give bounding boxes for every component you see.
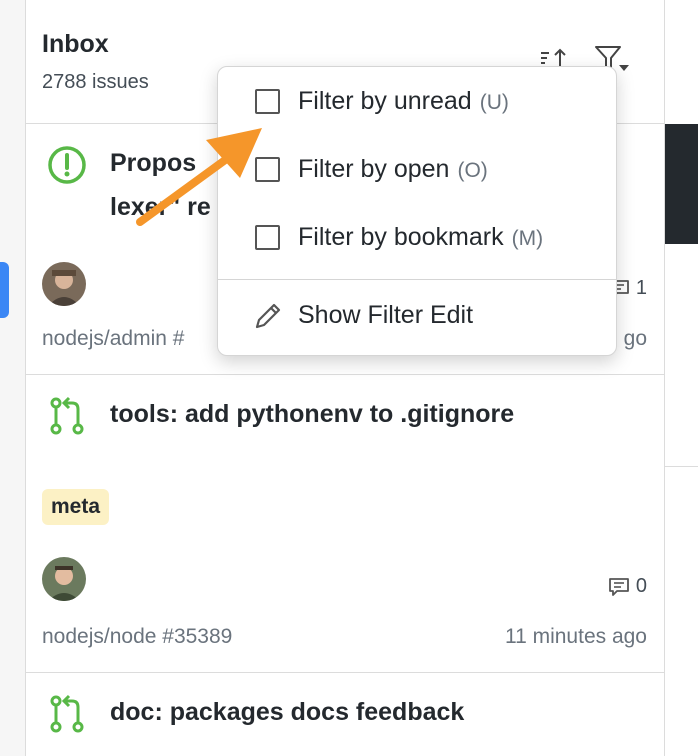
comment-icon [608, 577, 629, 596]
open-checkbox[interactable] [255, 156, 280, 182]
comment-count: 0 [608, 575, 647, 598]
comment-count-value: 0 [635, 575, 647, 597]
menu-item-text: Filter by bookmark [298, 222, 504, 251]
pull-request-icon [46, 395, 88, 437]
menu-item-label: Show Filter Edit [298, 300, 474, 329]
bookmark-checkbox[interactable] [255, 224, 280, 250]
filter-dropdown-menu: Filter by unread (U) Filter by open (O) Fi… [217, 66, 617, 356]
menu-item-filter-open[interactable]: Filter by open (O) [218, 141, 616, 197]
issue-open-icon [46, 144, 88, 186]
issue-title: doc: packages docs feedback [110, 698, 465, 726]
issue-title: tools: add pythonenv to .gitignore [110, 400, 515, 428]
unread-checkbox[interactable] [255, 88, 280, 114]
list-item[interactable]: doc: packages docs feedback [26, 673, 665, 756]
time-ago: 11 minutes ago [504, 625, 647, 648]
app-window: Inbox 2788 issues Propos lexer" re 1 nod… [0, 0, 698, 756]
issue-title-line-2: lexer" re [110, 193, 211, 221]
menu-divider [218, 279, 616, 280]
list-item[interactable]: tools: add pythonenv to .gitignore meta … [26, 375, 665, 673]
avatar [42, 262, 86, 306]
issue-count: 2788 issues [42, 71, 149, 93]
menu-shortcut: (M) [511, 226, 544, 250]
avatar [42, 557, 86, 601]
left-sidebar-gutter [0, 0, 26, 756]
detail-pane-edge [665, 124, 698, 244]
menu-item-text: Filter by open [298, 154, 450, 183]
menu-item-filter-unread[interactable]: Filter by unread (U) [218, 73, 616, 129]
menu-item-filter-bookmark[interactable]: Filter by bookmark (M) [218, 209, 616, 265]
comment-count-value: 1 [635, 277, 647, 299]
menu-shortcut: (U) [479, 90, 509, 114]
menu-item-label: Filter by unread (U) [298, 87, 509, 116]
detail-pane-divider [665, 466, 698, 467]
menu-shortcut: (O) [457, 158, 488, 182]
menu-item-show-filter-edit[interactable]: Show Filter Edit [218, 287, 616, 343]
repo-reference[interactable]: nodejs/admin # [42, 327, 184, 351]
repo-reference[interactable]: nodejs/node #35389 [42, 625, 232, 649]
pull-request-icon [46, 693, 88, 735]
time-ago: go [623, 327, 647, 350]
label-badge[interactable]: meta [42, 489, 110, 525]
pencil-icon [255, 303, 281, 329]
sidebar-selection-indicator [0, 262, 9, 318]
inbox-title: Inbox [42, 30, 109, 58]
menu-item-label: Filter by open (O) [298, 155, 488, 184]
menu-item-label: Filter by bookmark (M) [298, 223, 543, 252]
issue-title-line-1: Propos [110, 149, 197, 177]
menu-item-text: Filter by unread [298, 86, 472, 115]
